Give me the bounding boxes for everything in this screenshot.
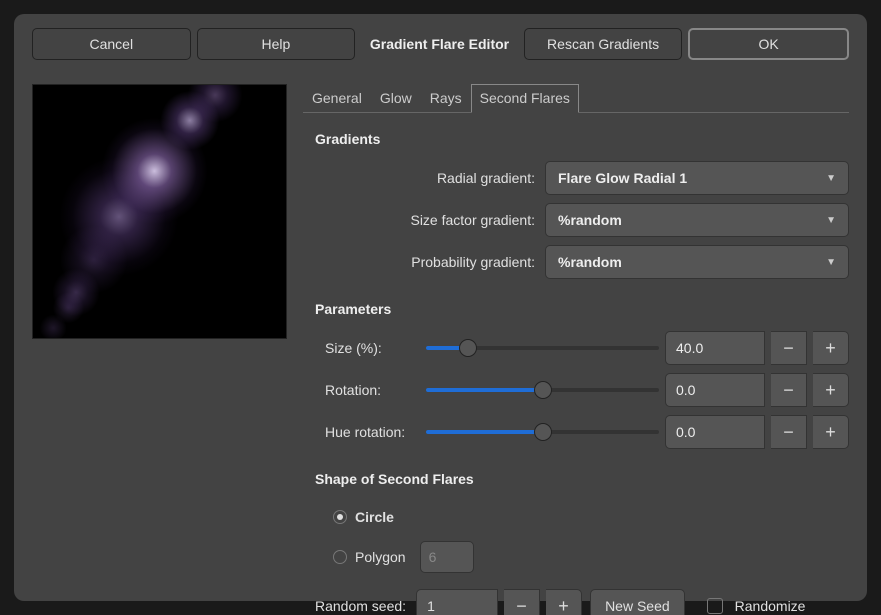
rescan-button[interactable]: Rescan Gradients <box>524 28 683 60</box>
chevron-down-icon: ▼ <box>826 173 836 184</box>
size-gradient-label: Size factor gradient: <box>315 212 545 228</box>
prob-gradient-value: %random <box>558 254 826 270</box>
circle-radio-row[interactable]: Circle <box>303 501 849 533</box>
rotation-row: Rotation: 0.0 − + <box>303 373 849 407</box>
settings-panel: General Glow Rays Second Flares Gradient… <box>303 84 849 615</box>
hue-label: Hue rotation: <box>325 424 420 440</box>
radial-gradient-value: Flare Glow Radial 1 <box>558 170 826 186</box>
cancel-button[interactable]: Cancel <box>32 28 191 60</box>
prob-gradient-label: Probability gradient: <box>315 254 545 270</box>
circle-label: Circle <box>355 509 394 525</box>
rotation-plus-button[interactable]: + <box>813 373 849 407</box>
randomize-label: Randomize <box>735 598 806 614</box>
top-bar: Cancel Help Gradient Flare Editor Rescan… <box>14 14 867 70</box>
polygon-label: Polygon <box>355 549 406 565</box>
size-row: Size (%): 40.0 − + <box>303 331 849 365</box>
preview-canvas <box>32 84 287 339</box>
tab-glow[interactable]: Glow <box>371 84 421 112</box>
circle-radio[interactable] <box>333 510 347 524</box>
chevron-down-icon: ▼ <box>826 257 836 268</box>
size-slider[interactable] <box>426 332 659 364</box>
size-label: Size (%): <box>325 340 420 356</box>
ok-button[interactable]: OK <box>688 28 849 60</box>
dialog-title: Gradient Flare Editor <box>361 28 518 60</box>
polygon-radio-row[interactable]: Polygon 6 <box>303 541 849 573</box>
seed-row: Random seed: 1 − + New Seed Randomize <box>303 589 849 615</box>
new-seed-button[interactable]: New Seed <box>590 589 685 615</box>
content-area: General Glow Rays Second Flares Gradient… <box>14 70 867 615</box>
rotation-slider[interactable] <box>426 374 659 406</box>
hue-input[interactable]: 0.0 <box>665 415 765 449</box>
radial-gradient-select[interactable]: Flare Glow Radial 1 ▼ <box>545 161 849 195</box>
seed-label: Random seed: <box>315 598 406 614</box>
rotation-input[interactable]: 0.0 <box>665 373 765 407</box>
radial-gradient-row: Radial gradient: Flare Glow Radial 1 ▼ <box>303 161 849 195</box>
size-gradient-value: %random <box>558 212 826 228</box>
prob-gradient-row: Probability gradient: %random ▼ <box>303 245 849 279</box>
seed-input[interactable]: 1 <box>416 589 498 615</box>
prob-gradient-select[interactable]: %random ▼ <box>545 245 849 279</box>
hue-minus-button[interactable]: − <box>771 415 807 449</box>
hue-row: Hue rotation: 0.0 − + <box>303 415 849 449</box>
size-gradient-select[interactable]: %random ▼ <box>545 203 849 237</box>
radial-gradient-label: Radial gradient: <box>315 170 545 186</box>
gradients-heading: Gradients <box>315 131 849 147</box>
parameters-heading: Parameters <box>315 301 849 317</box>
size-plus-button[interactable]: + <box>813 331 849 365</box>
seed-minus-button[interactable]: − <box>504 589 540 615</box>
size-input[interactable]: 40.0 <box>665 331 765 365</box>
dialog-window: Cancel Help Gradient Flare Editor Rescan… <box>14 14 867 601</box>
randomize-checkbox[interactable] <box>707 598 723 614</box>
hue-slider[interactable] <box>426 416 659 448</box>
rotation-minus-button[interactable]: − <box>771 373 807 407</box>
size-gradient-row: Size factor gradient: %random ▼ <box>303 203 849 237</box>
chevron-down-icon: ▼ <box>826 215 836 226</box>
help-button[interactable]: Help <box>197 28 356 60</box>
tab-general[interactable]: General <box>303 84 371 112</box>
size-minus-button[interactable]: − <box>771 331 807 365</box>
hue-plus-button[interactable]: + <box>813 415 849 449</box>
polygon-sides-input[interactable]: 6 <box>420 541 474 573</box>
tab-rays[interactable]: Rays <box>421 84 471 112</box>
rotation-label: Rotation: <box>325 382 420 398</box>
seed-plus-button[interactable]: + <box>546 589 582 615</box>
tab-bar: General Glow Rays Second Flares <box>303 84 849 113</box>
polygon-radio[interactable] <box>333 550 347 564</box>
shape-heading: Shape of Second Flares <box>315 471 849 487</box>
tab-second-flares[interactable]: Second Flares <box>471 84 579 113</box>
flare-render <box>33 85 286 338</box>
